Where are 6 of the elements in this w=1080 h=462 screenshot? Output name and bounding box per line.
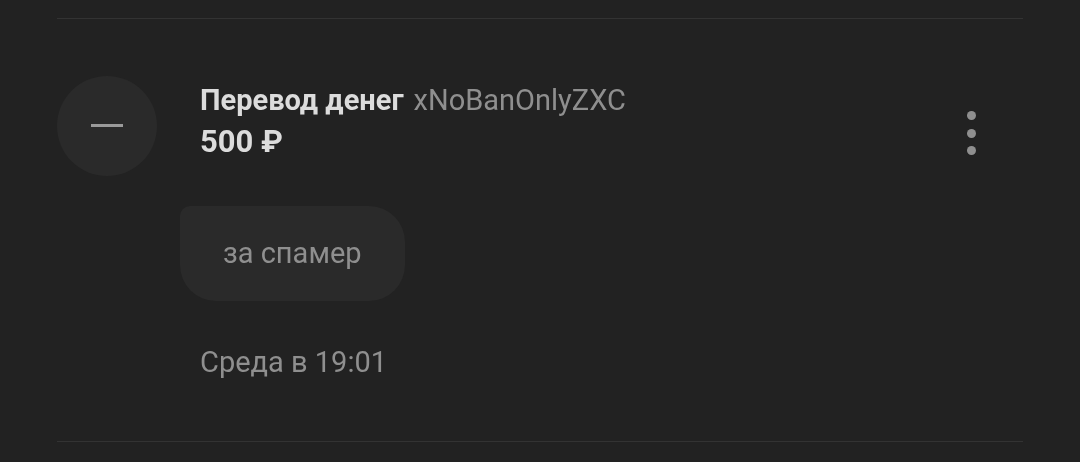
dash-icon [91,124,123,128]
timestamp: Среда в 19:01 [200,344,387,381]
transaction-title: Перевод денег [200,82,404,119]
comment-bubble: за спамер [180,206,405,301]
recipient-name: xNoBanOnlyZXC [413,82,626,119]
amount: 500 ₽ [200,122,283,162]
